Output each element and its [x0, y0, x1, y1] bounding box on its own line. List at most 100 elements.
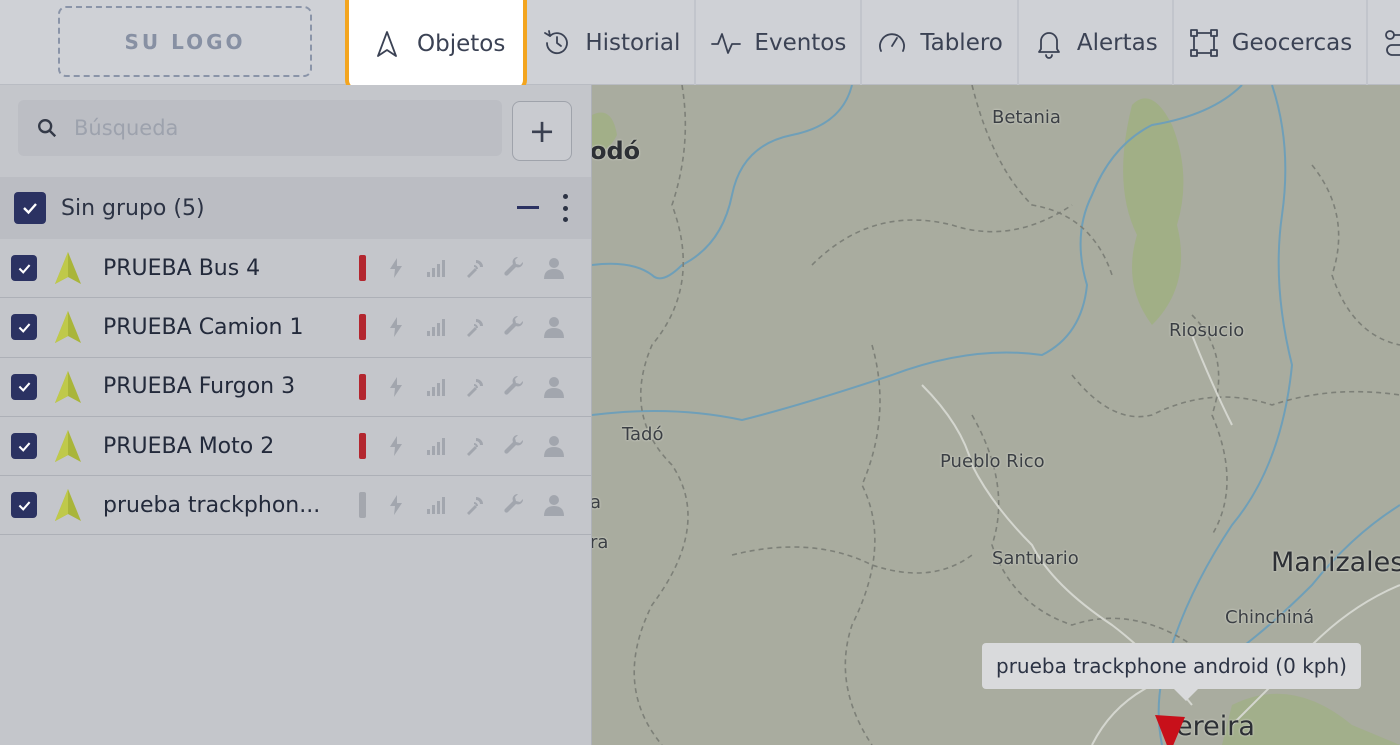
main-nav: Objetos Historial Eventos Tablero Alerta…	[345, 0, 1400, 92]
driver-user-icon	[544, 436, 564, 458]
wrench-icon	[503, 316, 523, 336]
group-checkbox[interactable]	[14, 192, 46, 224]
vehicle-arrow-icon	[55, 370, 81, 403]
driver-user-icon	[544, 317, 564, 339]
tab-rutas[interactable]: R	[1368, 0, 1400, 85]
antenna-icon	[467, 378, 483, 397]
tab-label: Alertas	[1076, 29, 1158, 56]
checkmark-icon	[18, 264, 30, 274]
connection-status-bar	[359, 433, 366, 460]
object-row[interactable]: PRUEBA Furgon 3	[0, 358, 591, 417]
antenna-icon	[467, 260, 483, 279]
wrench-icon	[503, 494, 523, 513]
tab-label: Eventos	[754, 29, 847, 56]
vehicle-arrow-icon	[55, 252, 81, 285]
object-status-icons	[384, 493, 582, 517]
search-box[interactable]	[18, 100, 502, 156]
antenna-icon	[467, 319, 483, 338]
top-bar: SU LOGO Objetos Historial Eventos Tabler…	[0, 0, 1400, 92]
wrench-icon	[503, 435, 523, 454]
vehicle-arrow-icon	[55, 430, 81, 463]
map-label: a	[592, 492, 602, 513]
ignition-bolt-icon	[390, 317, 402, 338]
checkmark-icon	[18, 501, 30, 511]
history-icon	[544, 29, 569, 54]
object-row[interactable]: prueba trackphon...	[0, 476, 591, 536]
vehicle-arrow-icon	[55, 489, 81, 522]
vehicle-marker-icon[interactable]	[1153, 713, 1187, 745]
object-name: prueba trackphon...	[103, 492, 321, 518]
object-status-icons	[384, 256, 582, 280]
search-icon	[38, 119, 57, 138]
object-status-icons	[384, 315, 582, 339]
gauge-icon	[879, 32, 906, 52]
map-view[interactable]: Betania odó Riosucio Tadó Pueblo Rico Sa…	[592, 85, 1400, 745]
logo-placeholder: SU LOGO	[58, 6, 312, 77]
vehicle-tooltip: prueba trackphone android (0 kph)	[982, 643, 1361, 701]
map-label: Santuario	[992, 548, 1079, 569]
object-checkbox[interactable]	[11, 492, 37, 519]
connection-status-bar	[359, 255, 366, 282]
tab-alertas[interactable]: Alertas	[1019, 0, 1174, 85]
tab-geocercas[interactable]: Geocercas	[1174, 0, 1369, 85]
driver-user-icon	[544, 495, 564, 517]
group-title: Sin grupo (5)	[61, 195, 205, 221]
tab-eventos[interactable]: Eventos	[696, 0, 863, 85]
checkmark-icon	[18, 382, 30, 393]
map-label: Manizales	[1271, 547, 1400, 578]
ignition-bolt-icon	[390, 436, 402, 457]
object-name: PRUEBA Moto 2	[103, 433, 275, 459]
connection-status-bar	[359, 492, 366, 519]
map-label: Pueblo Rico	[940, 451, 1045, 472]
signal-bars-icon	[426, 378, 445, 396]
signal-bars-icon	[426, 438, 445, 456]
object-row[interactable]: PRUEBA Bus 4	[0, 239, 591, 299]
checkmark-icon	[23, 203, 37, 215]
ignition-bolt-icon	[390, 495, 402, 516]
checkmark-icon	[18, 323, 30, 333]
map-label: ra	[592, 532, 609, 553]
signal-bars-icon	[426, 319, 445, 337]
search-input[interactable]	[74, 116, 474, 140]
tab-historial[interactable]: Historial	[527, 0, 697, 85]
group-menu-icon[interactable]	[561, 194, 569, 222]
tab-label: Historial	[585, 29, 681, 56]
object-list: PRUEBA Bus 4 PRUEBA Camion 1 PRUEBA Furg…	[0, 239, 591, 536]
connection-status-bar	[359, 373, 366, 400]
map-label: ereira	[1176, 711, 1255, 742]
route-icon	[1385, 29, 1400, 56]
map-label: Chinchiná	[1225, 607, 1315, 628]
tab-objetos[interactable]: Objetos	[345, 0, 528, 92]
connection-status-bar	[359, 314, 366, 341]
collapse-group-icon[interactable]	[517, 206, 539, 209]
object-checkbox[interactable]	[11, 433, 37, 460]
antenna-icon	[467, 497, 483, 516]
object-name: PRUEBA Furgon 3	[103, 374, 296, 400]
geofence-icon	[1189, 28, 1218, 57]
object-name: PRUEBA Bus 4	[103, 255, 261, 281]
object-row[interactable]: PRUEBA Moto 2	[0, 417, 591, 477]
pulse-icon	[711, 32, 742, 54]
antenna-icon	[467, 438, 483, 457]
object-status-icons	[384, 375, 582, 399]
object-checkbox[interactable]	[11, 373, 37, 400]
map-label: odó	[592, 137, 641, 165]
checkmark-icon	[18, 441, 30, 452]
tab-label: Objetos	[417, 31, 506, 57]
object-row[interactable]: PRUEBA Camion 1	[0, 298, 591, 358]
vehicle-arrow-icon	[55, 311, 81, 344]
map-label: Betania	[992, 107, 1061, 128]
add-object-button[interactable]: +	[512, 101, 572, 161]
object-checkbox[interactable]	[11, 255, 37, 282]
navigation-arrow-icon	[377, 31, 397, 57]
object-checkbox[interactable]	[11, 314, 37, 341]
ignition-bolt-icon	[390, 376, 402, 397]
object-status-icons	[384, 434, 582, 458]
objects-sidebar: + Sin grupo (5) PRUEBA Bus 4	[0, 85, 592, 745]
driver-user-icon	[544, 376, 564, 398]
tab-tablero[interactable]: Tablero	[862, 0, 1019, 85]
group-header[interactable]: Sin grupo (5)	[0, 177, 591, 239]
tab-label: Tablero	[920, 29, 1003, 56]
signal-bars-icon	[426, 260, 445, 278]
wrench-icon	[503, 257, 523, 276]
